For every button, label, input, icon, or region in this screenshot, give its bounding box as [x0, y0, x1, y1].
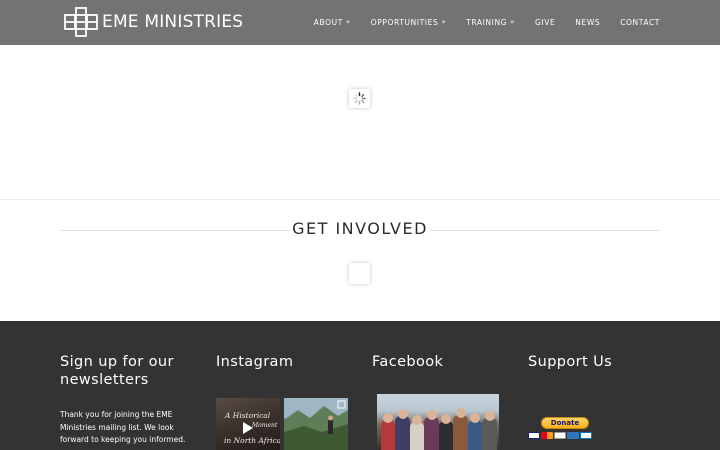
- newsletter-text: Thank you for joining the EME Ministries…: [60, 410, 186, 444]
- instagram-heading: Instagram: [216, 354, 294, 370]
- instagram-post-video[interactable]: A Historical Moment in North Africa: [216, 398, 280, 450]
- instagram-post-line-3: in North Africa: [224, 436, 280, 445]
- maestro-card-icon: [554, 432, 566, 439]
- nav-contact-label: CONTACT: [620, 18, 660, 27]
- support-heading: Support Us: [528, 354, 613, 370]
- instagram-post-line-2: Moment: [252, 422, 278, 429]
- visa-card-icon: [528, 432, 540, 439]
- chevron-double-down-icon: »: [345, 18, 351, 26]
- nav-news[interactable]: NEWS: [565, 18, 610, 27]
- amex-card-icon: [567, 432, 579, 439]
- main-nav: ABOUT » OPPORTUNITIES » TRAINING » GIVE …: [304, 0, 660, 45]
- card-icons: [528, 432, 592, 439]
- nav-give-label: GIVE: [534, 18, 556, 27]
- chevron-double-down-icon: »: [441, 18, 447, 26]
- facebook-heading: Facebook: [372, 354, 444, 370]
- nav-opportunities[interactable]: OPPORTUNITIES »: [361, 18, 456, 27]
- nav-about[interactable]: ABOUT »: [304, 18, 361, 27]
- nav-about-label: ABOUT: [313, 18, 343, 27]
- newsletter-heading: Sign up for our newsletters: [60, 354, 174, 388]
- bank-card-icon: [580, 432, 592, 439]
- play-icon: [243, 422, 253, 434]
- loading-placeholder: [349, 263, 370, 284]
- nav-give[interactable]: GIVE: [525, 18, 565, 27]
- hero-slider: [0, 45, 720, 200]
- landscape-image: [284, 398, 348, 450]
- nav-training[interactable]: TRAINING »: [456, 18, 525, 27]
- site-footer: Sign up for our newsletters Thank you fo…: [0, 321, 720, 450]
- brand-link[interactable]: EME MINISTRIES: [64, 6, 243, 38]
- divider-left: [60, 230, 290, 231]
- nav-opportunities-label: OPPORTUNITIES: [370, 18, 439, 27]
- facebook-group-photo[interactable]: [377, 394, 499, 450]
- brand-name: EME MINISTRIES: [102, 12, 244, 32]
- nav-training-label: TRAINING: [466, 18, 508, 27]
- site-header: EME MINISTRIES ABOUT » OPPORTUNITIES » T…: [0, 0, 720, 45]
- instagram-post-line-1: A Historical: [225, 411, 271, 420]
- get-involved-heading: GET INVOLVED: [292, 219, 428, 238]
- loading-spinner-icon: [349, 89, 370, 108]
- brand-logo-icon: [64, 7, 98, 37]
- divider-right: [430, 230, 660, 231]
- get-involved-section: GET INVOLVED: [0, 201, 720, 321]
- nav-news-label: NEWS: [575, 18, 601, 27]
- donate-button[interactable]: Donate: [541, 417, 589, 429]
- nav-contact[interactable]: CONTACT: [610, 18, 660, 27]
- instagram-post-photo[interactable]: [284, 398, 348, 450]
- mastercard-icon: [541, 432, 553, 439]
- chevron-double-down-icon: »: [510, 18, 515, 26]
